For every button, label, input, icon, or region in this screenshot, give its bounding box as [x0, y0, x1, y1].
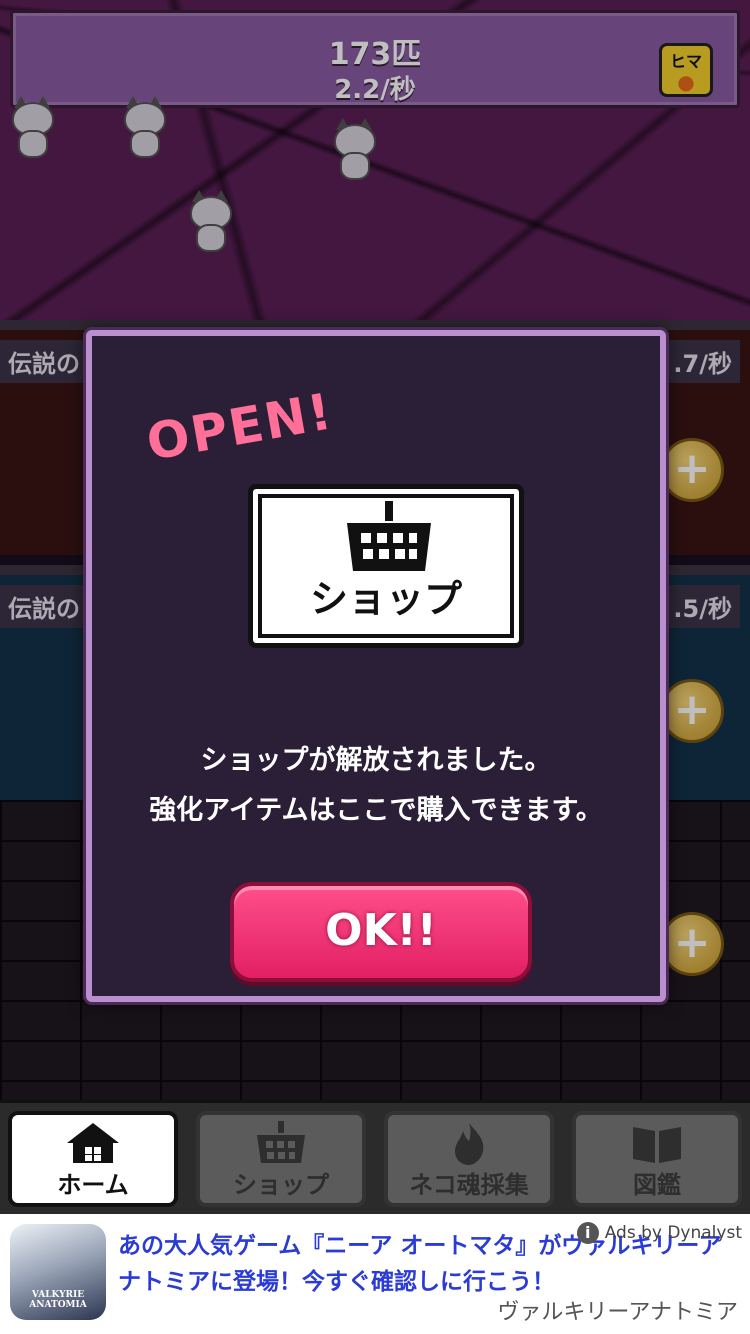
ad-thumbnail[interactable]: VALKYRIE ANATOMIA — [10, 1224, 106, 1320]
tab-home[interactable]: ホーム — [8, 1111, 178, 1207]
tab-neko-soul[interactable]: ネコ魂採集 — [384, 1111, 554, 1207]
tab-home-label: ホーム — [57, 1171, 129, 1199]
message-line-1: ショップが解放されました。 — [200, 745, 552, 776]
shop-unlocked-dialog: OPEN! ショップ ショップが解放されました。 強化アイテムはここで購入できま… — [86, 330, 666, 1002]
flame-icon — [455, 1123, 484, 1165]
ad-badge-label: Ads by Dynalyst — [604, 1223, 742, 1243]
tab-shop-label: ショップ — [233, 1171, 329, 1199]
tab-shop[interactable]: ショップ — [196, 1111, 366, 1207]
dialog-message: ショップが解放されました。 強化アイテムはここで購入できます。 — [92, 736, 660, 836]
ad-advertiser: ヴァルキリーアナトミア — [497, 1300, 738, 1325]
ad-badge[interactable]: i Ads by Dynalyst — [576, 1222, 742, 1244]
info-icon[interactable]: i — [576, 1222, 599, 1244]
house-icon — [67, 1123, 119, 1163]
tab-encyclopedia-label: 図鑑 — [633, 1171, 681, 1199]
basket-icon — [347, 501, 431, 571]
basket-icon — [257, 1121, 305, 1163]
shop-card-label: ショップ — [309, 577, 462, 621]
tab-neko-soul-label: ネコ魂採集 — [409, 1171, 529, 1199]
message-line-2: 強化アイテムはここで購入できます。 — [149, 795, 603, 826]
ok-button[interactable]: OK!! — [230, 882, 532, 982]
bottom-nav: ホーム ショップ ネコ魂採集 図鑑 — [0, 1100, 750, 1214]
ad-thumbnail-text: VALKYRIE ANATOMIA — [29, 1290, 87, 1310]
shop-card: ショップ — [248, 484, 524, 648]
tab-encyclopedia[interactable]: 図鑑 — [572, 1111, 742, 1207]
open-badge: OPEN! — [142, 382, 338, 472]
ad-banner[interactable]: VALKYRIE ANATOMIA あの大人気ゲーム『ニーア オートマタ』がヴァ… — [0, 1214, 750, 1334]
book-icon — [633, 1127, 681, 1163]
